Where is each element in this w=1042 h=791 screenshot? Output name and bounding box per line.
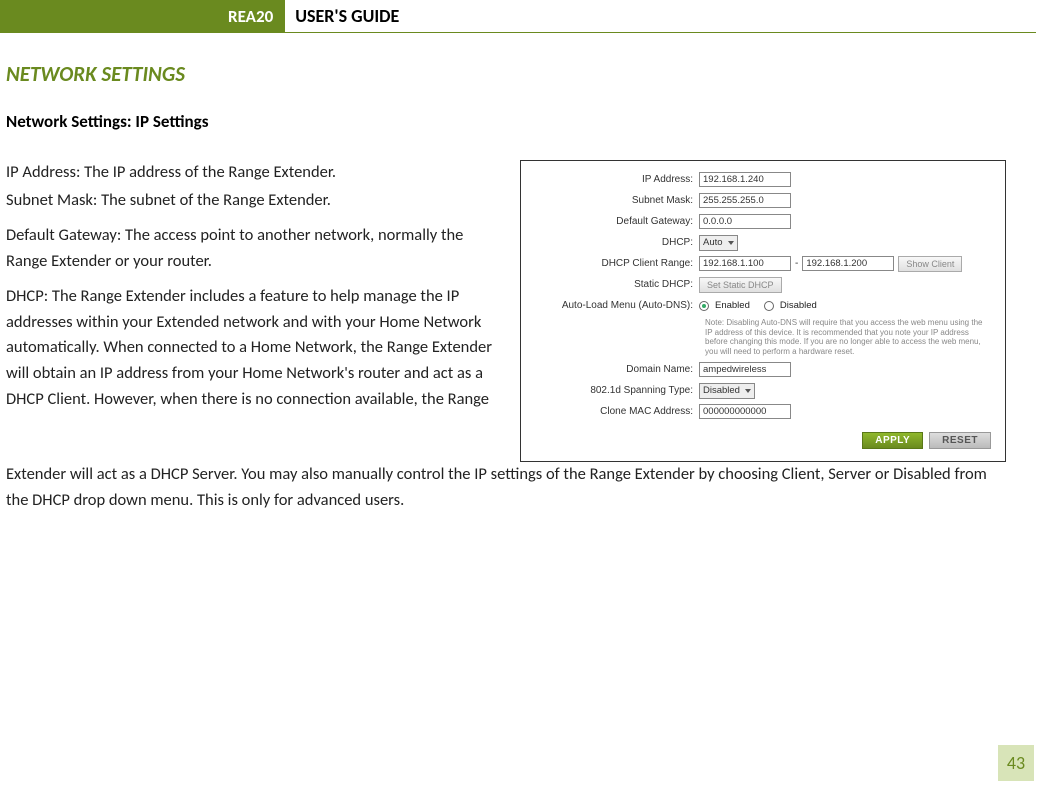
body-p2: Subnet Mask: The subnet of the Range Ext… [6,188,506,214]
clone-mac-input[interactable]: 000000000000 [699,404,791,419]
header-bar [0,0,220,32]
header-badge: REA20 [220,0,285,32]
body-p1: IP Address: The IP address of the Range … [6,160,506,186]
default-gateway-input[interactable]: 0.0.0.0 [699,214,791,229]
dhcp-range-start-input[interactable]: 192.168.1.100 [699,256,791,271]
section-title: NETWORK SETTINGS [6,61,1008,87]
header-title: USER'S GUIDE [285,0,1042,32]
domain-name-input[interactable]: ampedwireless [699,362,791,377]
subnet-mask-input[interactable]: 255.255.255.0 [699,193,791,208]
body-p3: Default Gateway: The access point to ano… [6,223,506,274]
enabled-radio[interactable] [699,301,709,311]
ip-settings-panel: IP Address: 192.168.1.240 Subnet Mask: 2… [520,160,1006,462]
dhcp-label: DHCP: [531,237,699,248]
dhcp-range-label: DHCP Client Range: [531,258,699,269]
reset-button[interactable]: RESET [929,432,991,449]
spanning-type-label: 802.1d Spanning Type: [531,385,699,396]
domain-name-label: Domain Name: [531,364,699,375]
dhcp-select[interactable]: Auto [699,235,738,251]
dhcp-range-end-input[interactable]: 192.168.1.200 [802,256,894,271]
ip-address-input[interactable]: 192.168.1.240 [699,172,791,187]
subsection-title: Network Settings: IP Settings [6,111,1008,132]
default-gateway-label: Default Gateway: [531,216,699,227]
spanning-type-select[interactable]: Disabled [699,383,755,399]
body-p5: Extender will act as a DHCP Server. You … [6,462,1006,513]
set-static-dhcp-button[interactable]: Set Static DHCP [699,277,782,293]
auto-load-label: Auto-Load Menu (Auto-DNS): [531,300,699,311]
apply-button[interactable]: APPLY [862,432,923,449]
page-content: NETWORK SETTINGS Network Settings: IP Se… [0,33,1042,513]
static-dhcp-label: Static DHCP: [531,279,699,290]
show-client-button[interactable]: Show Client [898,256,962,272]
page-header: REA20 USER'S GUIDE [0,0,1042,32]
enabled-radio-label: Enabled [715,300,750,311]
subnet-mask-label: Subnet Mask: [531,195,699,206]
page-number: 43 [998,745,1034,781]
body-text-column: IP Address: The IP address of the Range … [6,160,506,422]
clone-mac-label: Clone MAC Address: [531,406,699,417]
auto-dns-note: Note: Disabling Auto-DNS will require th… [705,318,985,356]
disabled-radio[interactable] [764,301,774,311]
body-p4: DHCP: The Range Extender includes a feat… [6,284,506,412]
ip-address-label: IP Address: [531,174,699,185]
range-dash: - [795,258,798,269]
disabled-radio-label: Disabled [780,300,817,311]
